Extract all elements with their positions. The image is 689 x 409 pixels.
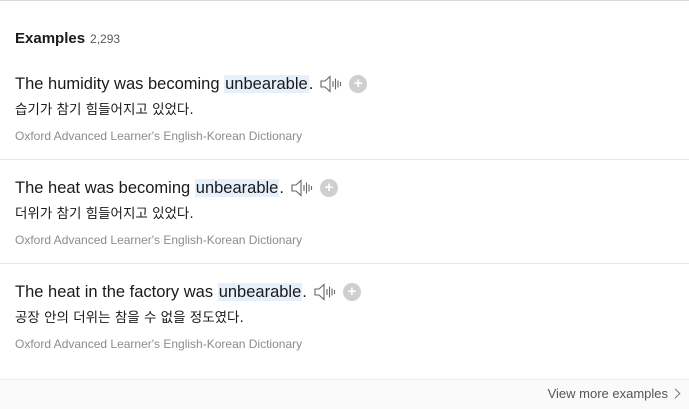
example-sentence-row: The heat in the factory was unbearable. … — [15, 279, 689, 305]
example-source: Oxford Advanced Learner's English-Korean… — [15, 129, 303, 143]
example-source: Oxford Advanced Learner's English-Korean… — [15, 337, 303, 351]
example-translation: 습기가 참기 힘들어지고 있었다. — [15, 102, 194, 118]
example-sentence: The humidity was becoming unbearable. — [15, 74, 314, 94]
example-item: The heat in the factory was unbearable. … — [15, 279, 689, 383]
sentence-text-before: The heat in the factory was — [15, 282, 218, 301]
speaker-icon[interactable] — [313, 282, 337, 302]
highlighted-keyword: unbearable — [217, 282, 303, 301]
plus-circle-icon[interactable]: + — [319, 179, 338, 197]
divider — [0, 159, 689, 160]
sentence-text-before: The humidity was becoming — [15, 74, 225, 93]
example-sentence: The heat in the factory was unbearable. — [15, 282, 307, 302]
example-translation: 더위가 참기 힘들어지고 있었다. — [15, 206, 194, 222]
sentence-text-before: The heat was becoming — [15, 178, 195, 197]
sentence-text-after: . — [279, 178, 284, 197]
example-sentence-row: The heat was becoming unbearable. + — [15, 175, 689, 201]
examples-title: Examples — [15, 30, 86, 47]
divider — [0, 263, 689, 264]
divider — [0, 379, 689, 380]
speaker-icon[interactable] — [290, 178, 314, 198]
sentence-text-after: . — [308, 74, 314, 93]
example-source: Oxford Advanced Learner's English-Korean… — [15, 233, 303, 247]
view-more-label: View more examples — [547, 386, 668, 401]
chevron-right-icon — [670, 388, 681, 399]
highlighted-keyword: unbearable — [224, 74, 309, 93]
examples-header: Examples 2,293 — [15, 30, 120, 47]
example-translation: 공장 안의 더위는 참을 수 없을 정도였다. — [15, 310, 244, 326]
view-more-examples-link[interactable]: View more examples — [547, 386, 681, 401]
examples-count: 2,293 — [90, 32, 121, 46]
examples-panel: Examples 2,293 The humidity was becoming… — [0, 0, 689, 409]
speaker-icon[interactable] — [319, 74, 343, 94]
plus-circle-icon[interactable]: + — [342, 283, 361, 301]
example-sentence-row: The humidity was becoming unbearable. + — [15, 71, 689, 97]
example-sentence: The heat was becoming unbearable. — [15, 178, 284, 198]
highlighted-keyword: unbearable — [194, 178, 280, 197]
sentence-text-after: . — [302, 282, 307, 301]
plus-circle-icon[interactable]: + — [349, 75, 368, 93]
